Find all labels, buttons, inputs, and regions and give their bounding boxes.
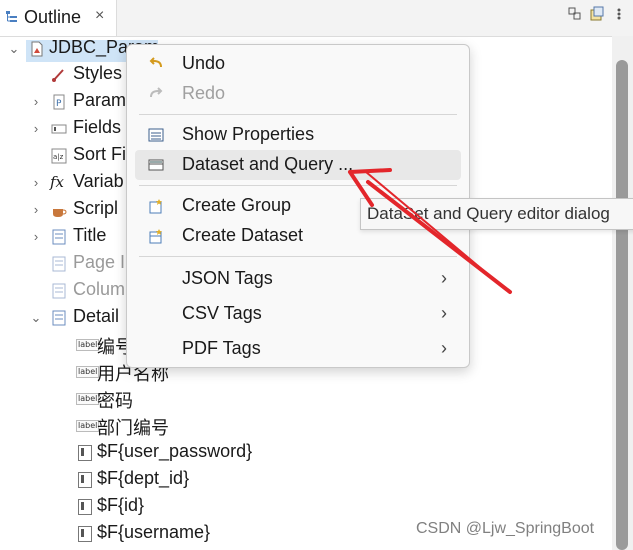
close-icon[interactable]: × — [95, 7, 104, 25]
menu-item-label: PDF Tags — [182, 338, 261, 358]
tooltip-text: DataSet and Query editor dialog — [367, 204, 610, 223]
tree-item-label: Param — [73, 90, 127, 110]
menu-item-label: Create Dataset — [182, 225, 304, 245]
tree-item-label: 密码 — [97, 391, 133, 411]
tree-item-label: 部门编号 — [97, 418, 169, 438]
tree-item-label: Variab — [73, 171, 124, 191]
menu-item-json-tags[interactable]: JSON Tags › — [135, 264, 461, 294]
chevron-right-icon[interactable]: › — [29, 122, 43, 136]
collapse-icon[interactable] — [567, 6, 583, 22]
brush-icon — [52, 69, 64, 82]
tree-item-label: Fields — [73, 117, 122, 137]
menu-item-csv-tags[interactable]: CSV Tags › — [135, 299, 461, 329]
tree-item-label: Styles — [73, 63, 123, 83]
text-field-icon — [78, 526, 92, 542]
chevron-right-icon[interactable]: › — [29, 230, 43, 244]
tree-item-label: $F{user_password} — [97, 441, 253, 461]
sort-icon: a|z — [51, 148, 67, 164]
vertical-scrollbar[interactable] — [612, 36, 633, 550]
tree-item-label: $F{dept_id} — [97, 468, 190, 488]
chevron-right-icon[interactable]: › — [29, 176, 43, 190]
band-icon — [52, 283, 66, 299]
menu-item-label: Redo — [182, 83, 226, 103]
chevron-right-icon: › — [441, 303, 447, 323]
tree-item-label: Detail — [73, 306, 120, 326]
tree-item-label-element[interactable]: label 密码 — [0, 386, 612, 412]
tree-item-label-element[interactable]: label 部门编号 — [0, 413, 612, 439]
menu-item-label: CSV Tags — [182, 303, 262, 323]
svg-text:a|z: a|z — [53, 153, 64, 161]
menu-item-pdf-tags[interactable]: PDF Tags › — [135, 334, 461, 364]
chevron-right-icon: › — [441, 338, 447, 358]
create-dataset-icon — [149, 229, 162, 244]
label-icon: label — [76, 393, 100, 405]
link-editor-icon[interactable] — [589, 6, 605, 22]
menu-item-undo[interactable]: Undo — [135, 49, 461, 79]
menu-item-show-properties[interactable]: Show Properties — [135, 120, 461, 150]
band-icon — [52, 310, 66, 326]
menu-separator — [139, 256, 457, 257]
scriptlet-icon — [53, 209, 67, 217]
outline-view-icon — [6, 11, 17, 22]
undo-icon — [149, 57, 162, 68]
label-icon: label — [76, 420, 100, 432]
menu-separator — [139, 185, 457, 186]
menu-item-redo[interactable]: Redo — [135, 79, 461, 109]
menu-item-label: Dataset and Query ... — [182, 154, 354, 174]
svg-text:P: P — [56, 99, 62, 109]
redo-icon — [150, 87, 163, 98]
text-field-icon — [78, 472, 92, 488]
tree-item-text-field[interactable]: $F{id} — [0, 494, 612, 520]
menu-item-label: Show Properties — [182, 124, 315, 144]
band-icon — [52, 256, 66, 272]
report-file-icon — [31, 41, 43, 57]
tree-item-text-field[interactable]: $F{user_password} — [0, 440, 612, 466]
tree-item-label: Title — [73, 225, 107, 245]
tree-item-label: $F{id} — [97, 495, 145, 515]
menu-item-label: Undo — [182, 53, 226, 73]
chevron-right-icon[interactable]: › — [29, 95, 43, 109]
tree-item-label: Colum — [73, 279, 126, 299]
menu-separator — [139, 114, 457, 115]
chevron-down-icon[interactable]: ⌄ — [29, 311, 43, 325]
outline-tab[interactable]: Outline × — [0, 0, 117, 36]
menu-item-label: Create Group — [182, 195, 292, 215]
tree-item-label: Page I — [73, 252, 126, 272]
tree-item-label: Sort Fi — [73, 144, 127, 164]
view-menu-icon[interactable] — [611, 6, 627, 22]
parameters-icon: P — [53, 94, 65, 110]
label-icon: label — [76, 366, 100, 378]
tooltip: DataSet and Query editor dialog — [360, 198, 633, 230]
properties-icon — [148, 128, 164, 142]
tree-item-text-field[interactable]: $F{dept_id} — [0, 467, 612, 493]
menu-item-dataset-and-query[interactable]: Dataset and Query ... — [135, 150, 461, 180]
label-icon: label — [76, 339, 100, 351]
chevron-right-icon[interactable]: › — [29, 203, 43, 217]
variables-icon: fx — [50, 173, 65, 191]
fields-icon — [51, 124, 67, 134]
menu-item-label: JSON Tags — [182, 268, 273, 288]
outline-tab-title: Outline — [24, 7, 82, 27]
tree-item-label: $F{username} — [97, 522, 211, 542]
chevron-right-icon: › — [441, 268, 447, 288]
text-field-icon — [78, 499, 92, 515]
chevron-down-icon[interactable]: ⌄ — [7, 42, 21, 56]
watermark: CSDN @Ljw_SpringBoot — [416, 520, 595, 537]
scrollbar-thumb[interactable] — [616, 60, 628, 550]
tree-item-label: Scripl — [73, 198, 119, 218]
dataset-icon — [148, 159, 164, 171]
view-tab-bar: Outline × — [0, 0, 633, 37]
band-icon — [52, 229, 66, 245]
text-field-icon — [78, 445, 92, 461]
view-toolbar — [567, 6, 627, 22]
create-group-icon — [149, 199, 162, 214]
